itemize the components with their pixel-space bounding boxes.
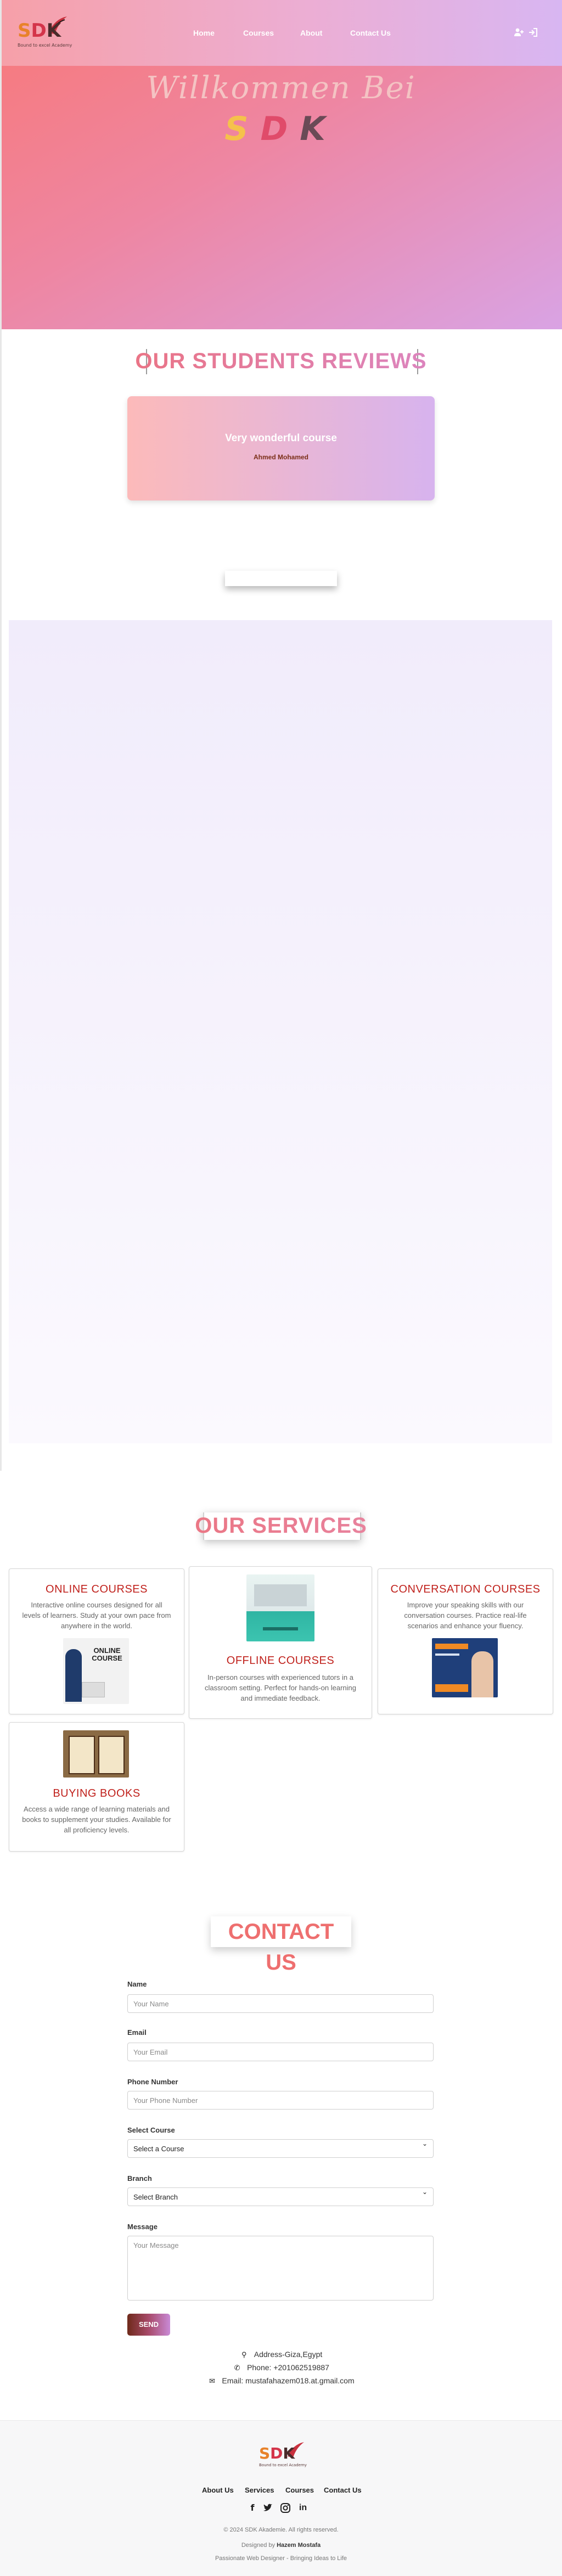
image-cta-bar [435,1684,468,1692]
review-text: Very wonderful course [225,432,337,444]
conversation-course-image [432,1638,498,1697]
footer-logo[interactable]: SDK Bound to excel Academy [258,2441,307,2471]
logo-letter-d: D [31,20,47,42]
footer-link-services[interactable]: Services [245,2486,274,2494]
reviews-heading: OUR STUDENTS REVIEWS [0,349,562,374]
sign-in-icon[interactable] [528,27,538,37]
online-course-caption: ONLINE COURSE [92,1646,122,1662]
logo-letter-d: D [270,2444,283,2462]
name-input[interactable]: Your Name [127,1994,434,2013]
image-text-line [435,1653,459,1656]
service-card-conversation: CONVERSATION COURSES Improve your speaki… [378,1568,553,1714]
email-label: Email [127,2028,147,2037]
service-description: In-person courses with experienced tutor… [204,1673,357,1702]
logo-letter-k: K [46,20,61,42]
twitter-icon[interactable] [262,2502,273,2513]
contact-phone: ✆ Phone: +201062519887 [0,2363,562,2372]
services-heading: OUR SERVICES [0,1514,562,1538]
hero-sdk: SDK [0,110,562,148]
service-card-online: ONLINE COURSES Interactive online course… [9,1568,184,1714]
service-title: BUYING BOOKS [53,1787,140,1799]
contact-email-text: Email: mustafahazem018.at.gmail.com [222,2376,355,2385]
logo-letter-s: S [259,2444,271,2462]
branch-label: Branch [127,2174,152,2183]
logo-letters: SDK [18,20,61,42]
service-title: OFFLINE COURSES [226,1655,335,1667]
chevron-down-icon: ⌄ [422,2188,428,2196]
service-title: CONVERSATION COURSES [390,1583,541,1595]
review-author: Ahmed Mohamed [253,453,308,461]
phone-input[interactable]: Your Phone Number [127,2091,434,2110]
message-textarea[interactable]: Your Message [127,2236,434,2301]
classroom-scene [254,1584,307,1606]
logo-letter-s: S [18,20,31,42]
logo-subtitle: Bound to excel Academy [18,43,72,48]
page-left-rule [0,0,2,1471]
phone-label: Phone Number [127,2078,178,2086]
footer-link-contact-us[interactable]: Contact Us [324,2486,362,2494]
gallery-heading [225,571,337,586]
navbar [0,0,562,66]
speaker-figure [471,1651,493,1697]
course-select[interactable]: Select a Course ⌄ [127,2139,434,2158]
footer-designed-by: Designed by Hazem Mostafa [0,2542,562,2549]
footer-link-about-us[interactable]: About Us [202,2486,234,2494]
contact-address: ⚲ Address-Giza,Egypt [0,2350,562,2359]
service-card-books: BUYING BOOKS Access a wide range of lear… [9,1722,184,1852]
service-description: Improve your speaking skills with our co… [404,1601,527,1630]
chevron-down-icon: ⌄ [422,2140,428,2147]
contact-heading: CONTACT US [211,1916,351,1975]
footer-designed-prefix: Designed by [241,2542,275,2549]
offline-course-image [246,1574,314,1641]
instagram-icon[interactable] [280,2502,291,2513]
site-logo[interactable]: SDK Bound to excel Academy [16,15,72,53]
course-select-value: Select a Course [133,2145,184,2153]
contact-phone-text: Phone: +201062519887 [247,2363,329,2372]
image-title-bar [435,1644,468,1649]
branch-select-value: Select Branch [133,2193,178,2201]
linkedin-icon[interactable]: in [297,2502,308,2513]
course-label: Select Course [127,2126,175,2134]
contact-address-text: Address-Giza,Egypt [254,2350,323,2359]
nav-courses[interactable]: Courses [243,29,274,37]
service-title: ONLINE COURSES [46,1583,148,1595]
nav-about[interactable]: About [300,29,322,37]
hero-letter-k: K [300,110,338,148]
footer-link-courses[interactable]: Courses [285,2486,314,2494]
review-card: Very wonderful course Ahmed Mohamed [127,396,435,500]
phone-icon: ✆ [234,2364,240,2372]
envelope-icon: ✉ [209,2377,215,2385]
name-label: Name [127,1980,147,1988]
hero-letter-s: S [224,110,261,148]
laptop-shape [82,1682,105,1697]
footer-designer-name: Hazem Mostafa [277,2542,321,2549]
footer-logo-subtitle: Bound to excel Academy [259,2463,307,2467]
student-figure [65,1649,82,1702]
service-description: Interactive online courses designed for … [22,1601,171,1630]
nav-contact-us[interactable]: Contact Us [350,29,391,37]
branch-select[interactable]: Select Branch ⌄ [127,2187,434,2206]
logo-letter-k: K [283,2444,295,2462]
contact-email: ✉ Email: mustafahazem018.at.gmail.com [0,2376,562,2386]
nav-home[interactable]: Home [193,29,215,37]
facebook-icon[interactable]: f [247,2502,258,2513]
book-cover-left [69,1736,95,1774]
hero-title: Willkommen Bei [146,70,416,106]
image-banner-text [263,1627,298,1630]
send-button[interactable]: SEND [127,2314,170,2336]
service-description: Access a wide range of learning material… [22,1805,171,1834]
online-course-image: ONLINE COURSE [63,1638,129,1704]
message-label: Message [127,2223,158,2231]
email-input[interactable]: Your Email [127,2043,434,2061]
books-image [63,1730,129,1778]
footer-tagline: Passionate Web Designer - Bringing Ideas… [215,2555,347,2562]
footer-copyright: © 2024 SDK Akademie. All rights reserved… [223,2527,339,2533]
user-plus-icon[interactable] [514,27,524,37]
footer-logo-letters: SDK [259,2444,295,2462]
map-marker-icon: ⚲ [241,2350,247,2359]
hero-letter-d: D [260,110,300,148]
service-card-offline: OFFLINE COURSES In-person courses with e… [189,1566,372,1719]
book-cover-right [98,1736,125,1774]
gallery-panel [9,620,552,1443]
